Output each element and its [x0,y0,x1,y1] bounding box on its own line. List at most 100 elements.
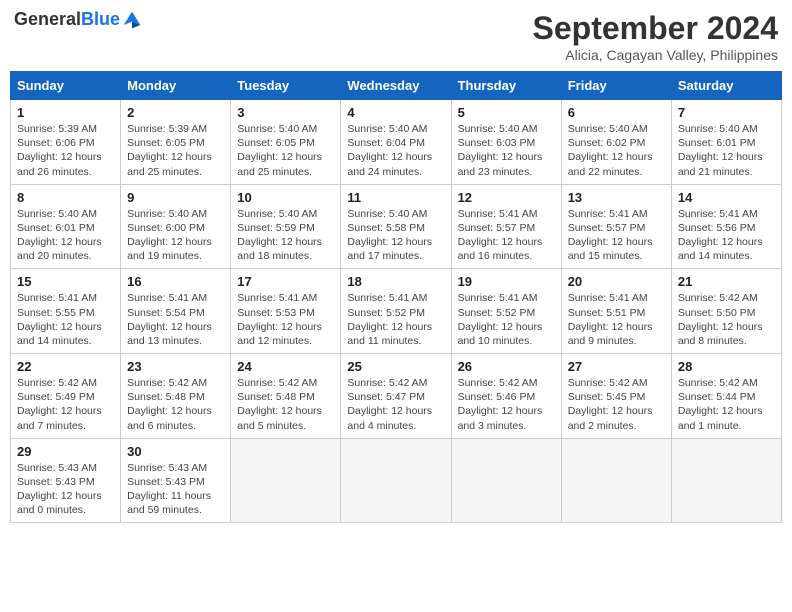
day-info: Sunrise: 5:40 AMSunset: 6:01 PMDaylight:… [17,207,114,264]
day-number: 8 [17,190,114,205]
day-cell [231,438,341,523]
day-info: Sunrise: 5:41 AMSunset: 5:57 PMDaylight:… [458,207,555,264]
weekday-header-monday: Monday [121,72,231,100]
day-cell: 13 Sunrise: 5:41 AMSunset: 5:57 PMDayligh… [561,184,671,269]
day-number: 3 [237,105,334,120]
day-info: Sunrise: 5:39 AMSunset: 6:05 PMDaylight:… [127,122,224,179]
day-number: 9 [127,190,224,205]
day-number: 30 [127,444,224,459]
day-number: 21 [678,274,775,289]
weekday-header: SundayMondayTuesdayWednesdayThursdayFrid… [11,72,782,100]
week-row-5: 29 Sunrise: 5:43 AMSunset: 5:43 PMDayligh… [11,438,782,523]
day-info: Sunrise: 5:42 AMSunset: 5:47 PMDaylight:… [347,376,444,433]
day-cell: 18 Sunrise: 5:41 AMSunset: 5:52 PMDayligh… [341,269,451,354]
logo-icon [122,10,142,30]
day-cell: 11Sunrise: 5:40 AMSunset: 5:58 PMDayligh… [341,184,451,269]
day-info: Sunrise: 5:41 AMSunset: 5:56 PMDaylight:… [678,207,775,264]
day-info: Sunrise: 5:41 AMSunset: 5:51 PMDaylight:… [568,291,665,348]
day-number: 17 [237,274,334,289]
day-info: Sunrise: 5:42 AMSunset: 5:46 PMDaylight:… [458,376,555,433]
logo: GeneralBlue [14,10,142,30]
day-cell: 17 Sunrise: 5:41 AMSunset: 5:53 PMDayligh… [231,269,341,354]
day-info: Sunrise: 5:43 AMSunset: 5:43 PMDaylight:… [127,461,224,518]
day-cell [341,438,451,523]
day-number: 27 [568,359,665,374]
subtitle: Alicia, Cagayan Valley, Philippines [533,47,778,63]
day-number: 1 [17,105,114,120]
day-cell: 9 Sunrise: 5:40 AMSunset: 6:00 PMDaylight… [121,184,231,269]
day-info: Sunrise: 5:43 AMSunset: 5:43 PMDaylight:… [17,461,114,518]
day-number: 25 [347,359,444,374]
day-number: 2 [127,105,224,120]
day-info: Sunrise: 5:40 AMSunset: 6:03 PMDaylight:… [458,122,555,179]
day-number: 15 [17,274,114,289]
day-cell: 4Sunrise: 5:40 AMSunset: 6:04 PMDaylight… [341,100,451,185]
day-cell: 6 Sunrise: 5:40 AMSunset: 6:02 PMDaylight… [561,100,671,185]
weekday-header-thursday: Thursday [451,72,561,100]
week-row-4: 22 Sunrise: 5:42 AMSunset: 5:49 PMDayligh… [11,354,782,439]
day-number: 28 [678,359,775,374]
day-cell: 25 Sunrise: 5:42 AMSunset: 5:47 PMDayligh… [341,354,451,439]
day-number: 11 [347,190,444,205]
day-info: Sunrise: 5:41 AMSunset: 5:52 PMDaylight:… [347,291,444,348]
day-number: 22 [17,359,114,374]
day-info: Sunrise: 5:40 AMSunset: 6:00 PMDaylight:… [127,207,224,264]
day-number: 6 [568,105,665,120]
day-number: 18 [347,274,444,289]
day-info: Sunrise: 5:41 AMSunset: 5:53 PMDaylight:… [237,291,334,348]
day-cell [561,438,671,523]
day-number: 13 [568,190,665,205]
day-cell: 15 Sunrise: 5:41 AMSunset: 5:55 PMDayligh… [11,269,121,354]
day-info: Sunrise: 5:41 AMSunset: 5:55 PMDaylight:… [17,291,114,348]
day-info: Sunrise: 5:40 AMSunset: 6:01 PMDaylight:… [678,122,775,179]
day-number: 29 [17,444,114,459]
week-row-2: 8 Sunrise: 5:40 AMSunset: 6:01 PMDaylight… [11,184,782,269]
day-info: Sunrise: 5:42 AMSunset: 5:50 PMDaylight:… [678,291,775,348]
day-cell: 14Sunrise: 5:41 AMSunset: 5:56 PMDayligh… [671,184,781,269]
day-number: 10 [237,190,334,205]
day-cell: 5 Sunrise: 5:40 AMSunset: 6:03 PMDaylight… [451,100,561,185]
day-cell: 28Sunrise: 5:42 AMSunset: 5:44 PMDayligh… [671,354,781,439]
day-info: Sunrise: 5:42 AMSunset: 5:48 PMDaylight:… [127,376,224,433]
day-info: Sunrise: 5:41 AMSunset: 5:52 PMDaylight:… [458,291,555,348]
day-info: Sunrise: 5:40 AMSunset: 5:59 PMDaylight:… [237,207,334,264]
month-title: September 2024 [533,10,778,47]
day-number: 20 [568,274,665,289]
day-number: 7 [678,105,775,120]
day-cell [451,438,561,523]
weekday-header-saturday: Saturday [671,72,781,100]
day-cell: 7 Sunrise: 5:40 AMSunset: 6:01 PMDaylight… [671,100,781,185]
day-info: Sunrise: 5:42 AMSunset: 5:48 PMDaylight:… [237,376,334,433]
title-area: September 2024 Alicia, Cagayan Valley, P… [533,10,778,63]
weekday-header-tuesday: Tuesday [231,72,341,100]
day-number: 19 [458,274,555,289]
day-info: Sunrise: 5:42 AMSunset: 5:49 PMDaylight:… [17,376,114,433]
day-cell: 3 Sunrise: 5:40 AMSunset: 6:05 PMDaylight… [231,100,341,185]
day-info: Sunrise: 5:41 AMSunset: 5:54 PMDaylight:… [127,291,224,348]
day-info: Sunrise: 5:40 AMSunset: 6:05 PMDaylight:… [237,122,334,179]
day-number: 5 [458,105,555,120]
day-cell: 24 Sunrise: 5:42 AMSunset: 5:48 PMDayligh… [231,354,341,439]
calendar: SundayMondayTuesdayWednesdayThursdayFrid… [10,71,782,523]
weekday-header-sunday: Sunday [11,72,121,100]
week-row-3: 15 Sunrise: 5:41 AMSunset: 5:55 PMDayligh… [11,269,782,354]
week-row-1: 1 Sunrise: 5:39 AMSunset: 6:06 PMDaylight… [11,100,782,185]
day-cell: 20 Sunrise: 5:41 AMSunset: 5:51 PMDayligh… [561,269,671,354]
day-cell: 12 Sunrise: 5:41 AMSunset: 5:57 PMDayligh… [451,184,561,269]
day-info: Sunrise: 5:42 AMSunset: 5:45 PMDaylight:… [568,376,665,433]
day-cell: 29 Sunrise: 5:43 AMSunset: 5:43 PMDayligh… [11,438,121,523]
day-cell: 2 Sunrise: 5:39 AMSunset: 6:05 PMDaylight… [121,100,231,185]
day-cell: 30 Sunrise: 5:43 AMSunset: 5:43 PMDayligh… [121,438,231,523]
day-number: 16 [127,274,224,289]
day-info: Sunrise: 5:40 AMSunset: 6:02 PMDaylight:… [568,122,665,179]
day-number: 24 [237,359,334,374]
day-number: 26 [458,359,555,374]
day-number: 12 [458,190,555,205]
day-cell: 21 Sunrise: 5:42 AMSunset: 5:50 PMDayligh… [671,269,781,354]
logo-text: GeneralBlue [14,10,120,30]
day-cell: 22 Sunrise: 5:42 AMSunset: 5:49 PMDayligh… [11,354,121,439]
day-info: Sunrise: 5:39 AMSunset: 6:06 PMDaylight:… [17,122,114,179]
day-cell: 27 Sunrise: 5:42 AMSunset: 5:45 PMDayligh… [561,354,671,439]
day-info: Sunrise: 5:41 AMSunset: 5:57 PMDaylight:… [568,207,665,264]
day-cell: 19 Sunrise: 5:41 AMSunset: 5:52 PMDayligh… [451,269,561,354]
